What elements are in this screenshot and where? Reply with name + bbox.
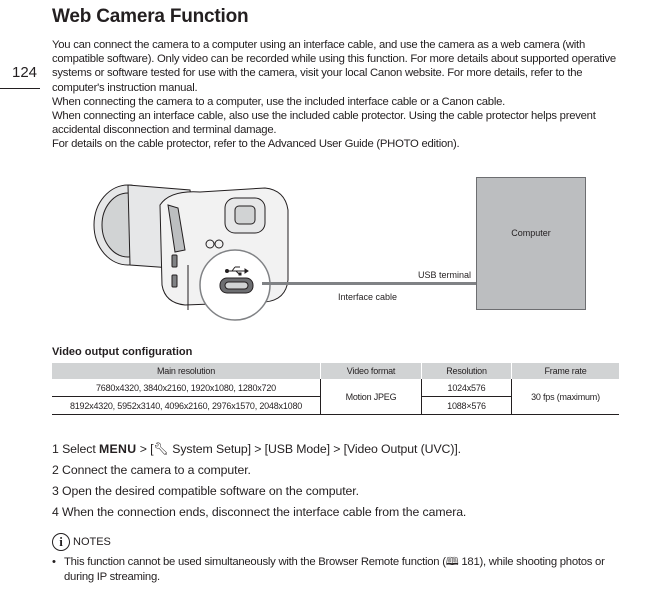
intro-paragraph: When connecting the camera to a computer… (52, 95, 506, 108)
step-number: 1 (52, 442, 59, 456)
cell-main-resolution: 7680x4320, 3840x2160, 1920x1080, 1280x72… (52, 379, 321, 397)
info-icon: i (52, 533, 70, 551)
page-number: 124 (12, 64, 38, 81)
interface-cable-line (262, 282, 476, 285)
notes-heading: i NOTES (52, 533, 111, 551)
intro-text: You can connect the camera to a computer… (52, 38, 632, 152)
cell-resolution: 1088×576 (421, 396, 512, 415)
intro-paragraph: You can connect the camera to a computer… (52, 39, 616, 94)
camera-illustration (93, 184, 289, 321)
wrench-icon: 🔧︎ (153, 442, 169, 456)
step-text: > [ (139, 442, 154, 456)
cell-video-format: Motion JPEG (320, 379, 422, 415)
bullet-icon: • (52, 556, 56, 568)
header-main-resolution: Main resolution (52, 363, 321, 379)
note-text-part: This function cannot be used simultaneou… (64, 556, 446, 568)
steps-list: 1 Select MENU > [🔧︎ System Setup] > [USB… (52, 441, 466, 525)
interface-cable-label: Interface cable (338, 292, 398, 302)
note-text: This function cannot be used simultaneou… (64, 555, 612, 584)
table-title: Video output configuration (52, 346, 193, 358)
step-4: 4 When the connection ends, disconnect t… (52, 505, 467, 519)
page-number-rule (0, 88, 40, 89)
step-2: 2 Connect the camera to a computer. (52, 463, 251, 477)
step-3: 3 Open the desired compatible software o… (52, 484, 359, 498)
step-text: Select (62, 442, 96, 456)
page-reference-link[interactable]: 181 (461, 556, 479, 568)
page-title: Web Camera Function (52, 6, 249, 27)
book-icon: 🕮︎ (445, 556, 459, 568)
table-row: 7680x4320, 3840x2160, 1920x1080, 1280x72… (52, 379, 619, 415)
header-video-format: Video format (320, 363, 422, 379)
step-1: 1 Select MENU > [🔧︎ System Setup] > [USB… (52, 441, 466, 462)
header-resolution: Resolution (421, 363, 512, 379)
menu-keyword: MENU (98, 442, 137, 456)
notes-list: • This function cannot be used simultane… (52, 555, 612, 584)
table-header-row: Main resolution Video format Resolution … (52, 363, 619, 379)
cell-main-resolution: 8192x4320, 5952x3140, 4096x2160, 2976x15… (52, 396, 321, 415)
cell-frame-rate: 30 fps (maximum) (511, 379, 619, 415)
header-frame-rate: Frame rate (511, 363, 619, 379)
step-text: System Setup] > [USB Mode] > [Video Outp… (172, 442, 461, 456)
intro-paragraph: When connecting an interface cable, also… (52, 110, 596, 137)
computer-box: Computer (476, 177, 586, 310)
notes-heading-label: NOTES (73, 536, 111, 548)
note-item: • This function cannot be used simultane… (52, 555, 612, 584)
video-output-table: Main resolution Video format Resolution … (52, 363, 619, 415)
computer-label: Computer (511, 228, 551, 238)
intro-paragraph: For details on the cable protector, refe… (52, 138, 460, 151)
cell-resolution: 1024x576 (421, 379, 512, 397)
usb-terminal-label: USB terminal (418, 270, 472, 280)
